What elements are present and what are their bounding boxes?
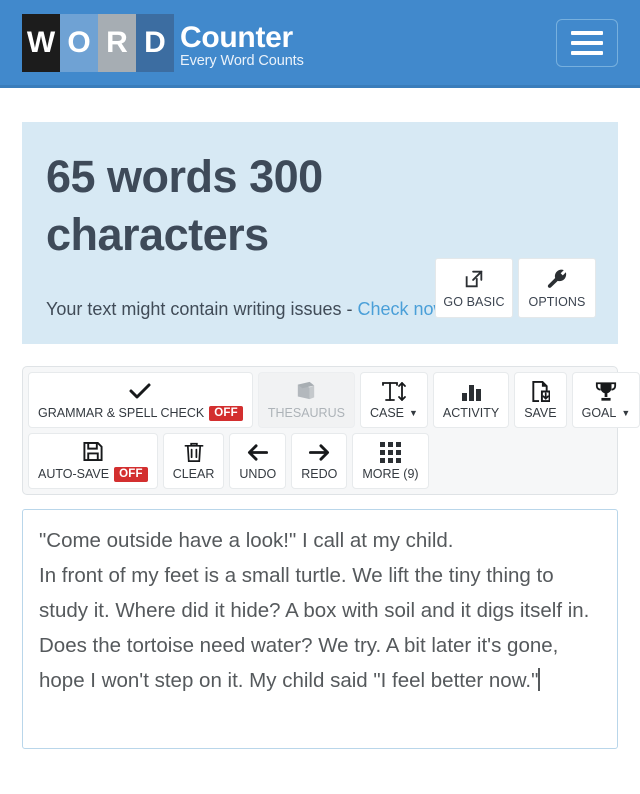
arrow-left-icon [246,441,270,463]
clear-label: CLEAR [172,467,215,482]
logo-tile-d: D [136,13,174,72]
logo-tile-r: R [98,13,136,72]
goal-text: GOAL [581,406,617,421]
brand-name: Counter [180,20,293,54]
chevron-down-icon: ▼ [409,407,418,418]
undo-button[interactable]: UNDO [229,433,287,490]
more-label: MORE (9) [362,467,419,482]
go-basic-label: GO BASIC [443,294,505,309]
thesaurus-button[interactable]: THESAURUS [257,372,355,429]
hamburger-menu-icon-bar3 [571,50,603,55]
floppy-disk-icon [82,441,104,463]
text-cursor [538,668,541,692]
clear-button[interactable]: CLEAR [162,433,225,490]
save-label: SAVE [524,406,557,421]
thesaurus-label: THESAURUS [267,406,345,421]
toolbar-row-2: AUTO-SAVE OFF CLEAR UNDO REDO MORE (9) [28,433,612,490]
more-button[interactable]: MORE (9) [352,433,429,490]
file-save-icon [530,380,551,402]
toolbar-panel: GRAMMAR & SPELL CHECK OFF THESAURUS CASE… [22,366,640,496]
hamburger-menu-button[interactable] [556,18,618,67]
bar-chart-icon [461,380,481,402]
brand-tagline: Every Word Counts [180,52,304,69]
checkmark-icon [128,380,152,402]
options-label: OPTIONS [528,294,586,309]
hamburger-menu-icon [571,30,603,35]
goal-button[interactable]: GOAL ▼ [571,372,640,429]
text-editor[interactable]: "Come outside have a look!" I call at my… [22,509,618,750]
grammar-status-badge: OFF [209,405,243,421]
save-button[interactable]: SAVE [514,372,567,429]
grammar-spell-check-label: GRAMMAR & SPELL CHECK OFF [38,405,243,421]
chevron-down-icon-goal: ▼ [621,407,631,418]
panel-actions: GO BASIC OPTIONS [435,258,596,318]
redo-button[interactable]: REDO [291,433,348,490]
brand-text: Counter Every Word Counts [180,22,304,72]
check-now-link[interactable]: Check now [357,299,446,319]
external-link-icon [463,268,485,290]
trash-icon [184,441,204,463]
trophy-icon [595,380,617,402]
editor-text: "Come outside have a look!" I call at my… [39,529,590,693]
toolbar-row-1: GRAMMAR & SPELL CHECK OFF THESAURUS CASE… [28,372,640,429]
grid-icon [379,441,401,463]
case-label: CASE ▼ [370,406,418,420]
auto-save-text: AUTO-SAVE [38,467,110,482]
auto-save-button[interactable]: AUTO-SAVE OFF [28,433,158,490]
grammar-spell-check-button[interactable]: GRAMMAR & SPELL CHECK OFF [28,372,253,429]
site-header: W O R D Counter Every Word Counts [0,0,640,88]
activity-label: ACTIVITY [442,406,500,421]
case-text: CASE [369,406,404,421]
case-button[interactable]: CASE ▼ [359,372,428,429]
book-icon [295,380,317,402]
redo-label: REDO [301,467,338,482]
wrench-icon [546,268,568,290]
undo-label: UNDO [239,467,277,482]
editor-content[interactable]: "Come outside have a look!" I call at my… [39,523,603,698]
auto-save-label: AUTO-SAVE OFF [38,466,148,482]
logo-tile-w: W [22,13,60,72]
writing-issues-text: Your text might contain writing issues - [46,299,358,320]
go-basic-button[interactable]: GO BASIC [435,258,513,318]
grammar-spell-check-text: GRAMMAR & SPELL CHECK [38,406,205,421]
auto-save-status-badge: OFF [114,466,148,482]
logo-tile-o: O [60,13,98,72]
word-character-count: 65 words 300 characters [46,151,323,260]
logo-tiles: W O R D [22,13,174,72]
summary-panel: 65 words 300 characters GO BASIC OPTIONS… [22,122,618,345]
options-button[interactable]: OPTIONS [518,258,596,318]
goal-label: GOAL ▼ [582,406,631,420]
brand-logo: W O R D Counter Every Word Counts [22,13,304,72]
activity-button[interactable]: ACTIVITY [432,372,510,429]
hamburger-menu-icon-bar2 [571,40,603,45]
text-height-icon [381,380,407,402]
arrow-right-icon [307,441,331,463]
